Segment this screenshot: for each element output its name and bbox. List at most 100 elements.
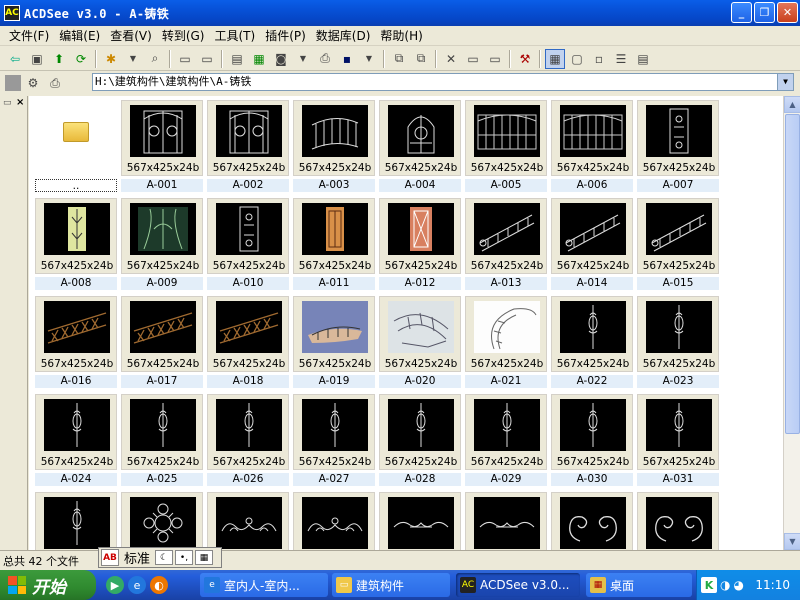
kaspersky-icon[interactable]: K bbox=[701, 577, 717, 593]
pin-icon[interactable]: ▭ bbox=[3, 98, 12, 108]
folder-item[interactable]: .. bbox=[33, 98, 119, 194]
thumbnail-item[interactable] bbox=[463, 490, 549, 550]
ime-keyboard-icon[interactable]: ▦ bbox=[195, 550, 214, 565]
task-desktop[interactable]: ▦ 桌面 bbox=[586, 573, 692, 597]
thumbnail-item[interactable]: 567x425x24b A-021 bbox=[463, 294, 549, 390]
thumbnail-item[interactable]: 567x425x24b A-023 bbox=[635, 294, 721, 390]
thumbnail-item[interactable] bbox=[205, 490, 291, 550]
thumbnail-item[interactable]: 567x425x24b A-005 bbox=[463, 98, 549, 194]
volume-icon[interactable]: ◕ bbox=[733, 578, 743, 592]
thumbnail-item[interactable] bbox=[33, 490, 119, 550]
list-view-icon[interactable]: ☰ bbox=[611, 49, 631, 69]
dropdown-arrow-icon[interactable]: ▼ bbox=[293, 49, 313, 69]
thumbnail-item[interactable] bbox=[377, 490, 463, 550]
ime-punct-icon[interactable]: •, bbox=[175, 550, 194, 565]
thumbnail-item[interactable]: 567x425x24b A-001 bbox=[119, 98, 205, 194]
thumbnail-item[interactable]: 567x425x24b A-009 bbox=[119, 196, 205, 292]
ime-toolbar[interactable]: AB 标准 ☾ •, ▦ bbox=[98, 547, 222, 568]
thumbnail-item[interactable]: 567x425x24b A-026 bbox=[205, 392, 291, 488]
thumbnail-item[interactable]: 567x425x24b A-013 bbox=[463, 196, 549, 292]
thumbnail-item[interactable]: 567x425x24b A-012 bbox=[377, 196, 463, 292]
thumbnail-item[interactable]: 567x425x24b A-010 bbox=[205, 196, 291, 292]
ime-moon-icon[interactable]: ☾ bbox=[155, 550, 174, 565]
delete-icon[interactable]: ✕ bbox=[441, 49, 461, 69]
thumbnail-item[interactable]: 567x425x24b A-011 bbox=[291, 196, 377, 292]
thumbnail-item[interactable]: 567x425x24b A-024 bbox=[33, 392, 119, 488]
thumbnail-item[interactable]: 567x425x24b A-031 bbox=[635, 392, 721, 488]
thumbnail-item[interactable]: 567x425x24b A-022 bbox=[549, 294, 635, 390]
settings-icon[interactable]: ⚙ bbox=[23, 73, 43, 93]
thumbnail-item[interactable]: 567x425x24b A-006 bbox=[549, 98, 635, 194]
title-bar[interactable]: AC ACDSee v3.0 - A-铸铁 _ ❐ ✕ bbox=[0, 0, 800, 26]
properties-icon[interactable]: ▭ bbox=[485, 49, 505, 69]
menu-edit[interactable]: 编辑(E) bbox=[54, 27, 105, 44]
thumbnail-item[interactable]: 567x425x24b A-029 bbox=[463, 392, 549, 488]
search-icon[interactable]: ⌕ bbox=[145, 49, 165, 69]
menu-help[interactable]: 帮助(H) bbox=[375, 27, 427, 44]
small-icon-view-icon[interactable]: ▫ bbox=[589, 49, 609, 69]
edit-image-icon[interactable]: ▤ bbox=[227, 49, 247, 69]
paste-icon[interactable]: ⧉ bbox=[411, 49, 431, 69]
close-pane-icon[interactable]: × bbox=[16, 97, 24, 108]
thumbnail-item[interactable]: 567x425x24b A-027 bbox=[291, 392, 377, 488]
thumbnail-item[interactable]: 567x425x24b A-007 bbox=[635, 98, 721, 194]
menu-database[interactable]: 数据库(D) bbox=[311, 27, 376, 44]
copy-icon[interactable]: ⧉ bbox=[389, 49, 409, 69]
thumbnail-item[interactable] bbox=[549, 490, 635, 550]
favorites-icon[interactable]: ✱ bbox=[101, 49, 121, 69]
thumbnail-item[interactable]: 567x425x24b A-025 bbox=[119, 392, 205, 488]
address-field[interactable]: H:\建筑构件\建筑构件\A-铸铁 ▼ bbox=[92, 73, 794, 91]
thumbnail-item[interactable]: 567x425x24b A-002 bbox=[205, 98, 291, 194]
address-dropdown-icon[interactable]: ▼ bbox=[777, 74, 793, 90]
dropdown-arrow-icon[interactable]: ▼ bbox=[359, 49, 379, 69]
thumbnail-item[interactable]: 567x425x24b A-015 bbox=[635, 196, 721, 292]
menu-file[interactable]: 文件(F) bbox=[4, 27, 54, 44]
thumbnail-grid[interactable]: .. 567x425x24b A-001 567x425x24b A-002 567x42… bbox=[29, 96, 783, 550]
vertical-scrollbar[interactable]: ▲ ▼ bbox=[783, 96, 800, 550]
camera-icon[interactable]: ◙ bbox=[271, 49, 291, 69]
tools-icon[interactable]: ⚒ bbox=[515, 49, 535, 69]
view-image-icon[interactable]: ▭ bbox=[175, 49, 195, 69]
thumbnail-item[interactable]: 567x425x24b A-016 bbox=[33, 294, 119, 390]
ime-logo-icon[interactable]: AB bbox=[101, 549, 119, 566]
thumbnail-item[interactable]: 567x425x24b A-014 bbox=[549, 196, 635, 292]
ime-mode-label[interactable]: 标准 bbox=[121, 548, 153, 567]
wallpaper-icon[interactable]: ▪ bbox=[337, 49, 357, 69]
dropdown-arrow-icon[interactable]: ▼ bbox=[123, 49, 143, 69]
maximize-button[interactable]: ❐ bbox=[754, 2, 775, 23]
scroll-thumb[interactable] bbox=[785, 114, 800, 434]
ie-icon[interactable]: e bbox=[128, 576, 146, 594]
up-folder-icon[interactable]: ⬆ bbox=[49, 49, 69, 69]
thumbnail-item[interactable]: 567x425x24b A-028 bbox=[377, 392, 463, 488]
thumbnail-item[interactable]: 567x425x24b A-004 bbox=[377, 98, 463, 194]
thumbnail-item[interactable] bbox=[635, 490, 721, 550]
acdsee-app-icon[interactable]: AC bbox=[4, 5, 20, 21]
details-view-icon[interactable]: ▤ bbox=[633, 49, 653, 69]
scroll-up-icon[interactable]: ▲ bbox=[784, 96, 800, 113]
compare-icon[interactable]: ▭ bbox=[197, 49, 217, 69]
task-acdsee[interactable]: AC ACDSee v3.0... bbox=[456, 573, 580, 597]
firefox-icon[interactable]: ◐ bbox=[150, 576, 168, 594]
minimize-button[interactable]: _ bbox=[731, 2, 752, 23]
network-icon[interactable]: ◑ bbox=[720, 578, 730, 592]
close-button[interactable]: ✕ bbox=[777, 2, 798, 23]
rename-icon[interactable]: ▭ bbox=[463, 49, 483, 69]
print-icon[interactable]: ⎙ bbox=[45, 73, 65, 93]
thumbnail-item[interactable]: 567x425x24b A-008 bbox=[33, 196, 119, 292]
browse-back-icon[interactable]: ⇦ bbox=[5, 49, 25, 69]
thumbnail-item[interactable]: 567x425x24b A-017 bbox=[119, 294, 205, 390]
task-folder[interactable]: ▭ 建筑构件 bbox=[332, 573, 450, 597]
refresh-icon[interactable]: ⟳ bbox=[71, 49, 91, 69]
tree-toggle-icon[interactable] bbox=[5, 75, 21, 91]
thumbnail-item[interactable]: 567x425x24b A-018 bbox=[205, 294, 291, 390]
thumbnail-item[interactable]: 567x425x24b A-020 bbox=[377, 294, 463, 390]
thumbnail-item[interactable] bbox=[291, 490, 377, 550]
media-player-icon[interactable]: ▶ bbox=[106, 576, 124, 594]
thumbnail-item[interactable] bbox=[119, 490, 205, 550]
thumbnail-item[interactable]: 567x425x24b A-019 bbox=[291, 294, 377, 390]
thumbnail-view-icon[interactable]: ▦ bbox=[545, 48, 565, 69]
menu-goto[interactable]: 转到(G) bbox=[157, 27, 210, 44]
menu-view[interactable]: 查看(V) bbox=[105, 27, 157, 44]
menu-tools[interactable]: 工具(T) bbox=[209, 27, 260, 44]
print-icon[interactable]: ⎙ bbox=[315, 49, 335, 69]
